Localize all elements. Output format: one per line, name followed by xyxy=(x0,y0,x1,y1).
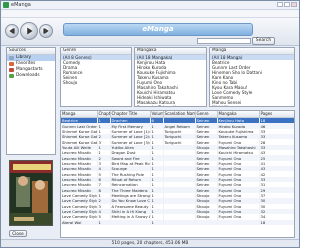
app-logo: eManga xyxy=(63,23,253,36)
play-icon xyxy=(27,27,33,35)
chapter-table: MangaChapterChapter TitleVolumeScanlatio… xyxy=(60,110,295,238)
genre-panel: Genre (All 8 Genres) Comedy Drama Romance Se… xyxy=(60,47,132,107)
search-button[interactable]: Search xyxy=(252,37,275,45)
table-cell: Love Comedy Style xyxy=(61,198,98,204)
sources-panel: Sources Library Favorites Mangastarts Do… xyxy=(6,47,56,155)
search-input[interactable] xyxy=(197,38,251,44)
close-button[interactable]: Close xyxy=(9,230,27,237)
table-cell: Summer of Love [3/4] xyxy=(110,139,151,145)
menu-bar: FileEditViewAdvancedHelp xyxy=(1,10,299,27)
chapter-grid: MangaChapterChapter TitleVolumeScanlatio… xyxy=(61,111,294,225)
table-cell xyxy=(110,219,151,225)
manga-cover-image xyxy=(9,160,53,226)
column-header[interactable]: Chapter xyxy=(97,111,111,118)
next-button[interactable] xyxy=(39,24,53,38)
column-header[interactable]: Volume xyxy=(150,111,164,118)
genre-header: Genre xyxy=(61,48,131,55)
table-cell: Kouichi Hiramatsu xyxy=(217,150,260,156)
favorites-icon xyxy=(9,62,14,66)
table-row[interactable]: Ateral Wol 1 1 18 xyxy=(61,219,294,225)
app-window: eManga FileEditViewAdvancedHelp eManga S… xyxy=(0,0,300,248)
table-cell: Shinmei Kuroe Gakuen xyxy=(61,134,98,140)
app-icon xyxy=(3,2,9,8)
close-icon[interactable] xyxy=(291,2,297,7)
previous-button[interactable] xyxy=(5,24,19,38)
manga-list: (All 18 Manga) Beatrice Gunnm Last Order Hi… xyxy=(210,55,294,106)
table-cell: 1 xyxy=(150,219,164,225)
column-header[interactable]: Scanlation Name xyxy=(163,111,196,118)
table-cell: Melting in A Snowy Lo xyxy=(110,214,151,220)
genre-list: (All 8 Genres) Comedy Drama Romance Seinen Sh… xyxy=(61,55,131,85)
previous-icon xyxy=(9,28,15,34)
table-cell: Summer of Love [2/4] xyxy=(110,134,151,140)
mangaka-item[interactable]: Ryousuke Takeuchi xyxy=(135,105,206,106)
downloads-icon xyxy=(9,74,14,78)
table-cell: 1 xyxy=(97,219,111,225)
table-body: Beatrice 1 Drachen 6 Seinen Kenjirou Hata 18 Gu… xyxy=(61,117,294,225)
table-cell: Gunnm Last Order xyxy=(61,123,98,129)
next-icon xyxy=(43,28,49,34)
mangastarts-icon xyxy=(9,68,14,72)
table-cell xyxy=(217,219,260,225)
minimize-icon[interactable] xyxy=(277,2,283,7)
manga-item[interactable]: Michi Manmou xyxy=(210,105,294,106)
genre-item[interactable]: Shoujo xyxy=(61,80,131,85)
status-bar: 510 pages, 20 chapters, 453.06 MB xyxy=(1,239,299,247)
table-cell: 18 xyxy=(259,219,294,225)
source-downloads[interactable]: Downloads xyxy=(7,73,55,79)
mangaka-header: Mangaka xyxy=(135,48,206,55)
title-bar: eManga xyxy=(1,1,299,10)
table-cell: Do You Know Love Can xyxy=(110,198,151,204)
maximize-icon[interactable] xyxy=(284,2,290,7)
logo-text: eManga xyxy=(142,25,174,33)
manga-header: Manga xyxy=(210,48,294,55)
table-cell: Shinmei Kuroe Gakuen xyxy=(61,139,98,145)
mangaka-panel: Mangaka (All 18 Mangaka) Kenjirou Hata Hir… xyxy=(134,47,207,107)
window-title: eManga xyxy=(11,2,31,8)
table-cell: Love Comedy Style xyxy=(61,214,98,220)
mangaka-list: (All 18 Mangaka) Kenjirou Hata Hiroko Kuro… xyxy=(135,55,206,106)
table-cell: Ateral Wol xyxy=(61,219,98,225)
sources-header: Sources xyxy=(7,48,55,55)
table-cell xyxy=(195,219,218,225)
play-button[interactable] xyxy=(20,22,38,40)
table-cell xyxy=(163,219,196,225)
library-icon xyxy=(9,56,14,60)
manga-panel: Manga (All 18 Manga) Beatrice Gunnm Last O… xyxy=(209,47,295,107)
